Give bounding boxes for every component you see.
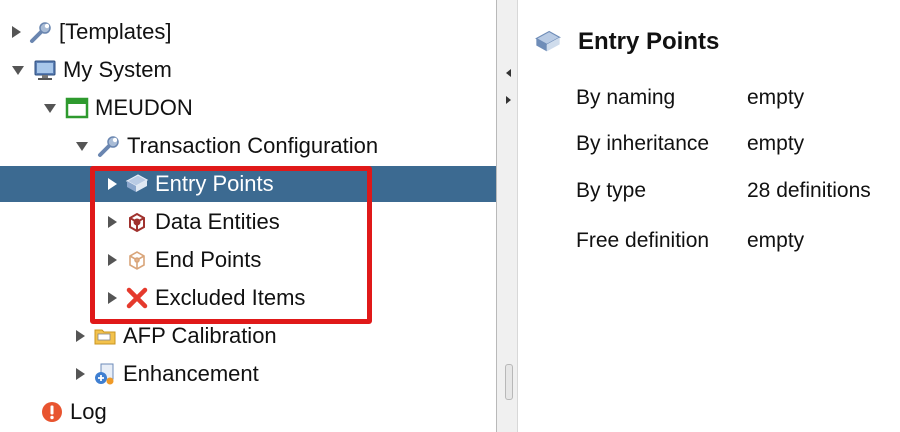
tree-item-label: Enhancement xyxy=(123,361,259,386)
folder-icon xyxy=(93,324,117,348)
tree-item-meudon[interactable]: MEUDON xyxy=(0,90,540,126)
expand-arrow-icon[interactable] xyxy=(108,292,117,304)
tree-item-enhancement[interactable]: Enhancement xyxy=(0,356,572,392)
book-icon xyxy=(125,172,149,196)
collapse-left-arrow-icon[interactable] xyxy=(506,69,511,77)
tree-item-afp-calibration[interactable]: AFP Calibration xyxy=(0,318,572,354)
tree-item-label: AFP Calibration xyxy=(123,323,277,348)
tree-item-log[interactable]: Log xyxy=(0,394,536,430)
tree-item-label: MEUDON xyxy=(95,95,193,120)
detail-header: Entry Points xyxy=(534,28,719,56)
tree-item-label: Excluded Items xyxy=(155,285,306,310)
application-icon xyxy=(65,96,89,120)
navigation-tree: [Templates] My System MEUDON Transaction… xyxy=(0,0,604,432)
tree-item-transaction-configuration[interactable]: Transaction Configuration xyxy=(0,128,572,164)
cube-outline-icon xyxy=(125,248,149,272)
property-name: Free definition xyxy=(576,229,710,252)
error-icon xyxy=(40,400,64,424)
wrench-icon xyxy=(29,20,53,44)
collapse-right-arrow-icon[interactable] xyxy=(506,96,511,104)
splitter-grip[interactable] xyxy=(505,364,513,400)
tree-item-my-system[interactable]: My System xyxy=(0,52,508,88)
expand-arrow-icon[interactable] xyxy=(108,216,117,228)
collapse-arrow-icon[interactable] xyxy=(76,141,88,151)
expand-arrow-icon[interactable] xyxy=(76,368,85,380)
tree-item-label: My System xyxy=(63,57,172,82)
property-name: By type xyxy=(576,179,647,202)
expand-arrow-icon[interactable] xyxy=(108,178,117,190)
expand-arrow-icon[interactable] xyxy=(76,330,85,342)
cube-icon xyxy=(125,210,149,234)
detail-panel: Entry Points By naming empty By inherita… xyxy=(518,0,900,432)
computer-icon xyxy=(33,58,57,82)
property-value: empty xyxy=(747,229,805,252)
expand-arrow-icon[interactable] xyxy=(108,254,117,266)
tree-item-label: Log xyxy=(70,399,107,424)
tree-item-label: End Points xyxy=(155,247,262,272)
property-name: By inheritance xyxy=(576,132,710,155)
detail-title: Entry Points xyxy=(578,28,720,55)
tree-item-templates[interactable]: [Templates] xyxy=(0,14,508,50)
book-icon xyxy=(534,28,562,56)
wrench-icon xyxy=(97,134,121,158)
expand-arrow-icon[interactable] xyxy=(12,26,21,38)
property-value: empty xyxy=(747,132,805,155)
red-x-icon xyxy=(125,286,149,310)
tree-item-label: [Templates] xyxy=(59,19,172,44)
property-value: 28 definitions xyxy=(747,179,871,202)
enhancement-icon xyxy=(93,362,117,386)
collapse-arrow-icon[interactable] xyxy=(44,103,56,113)
collapse-arrow-icon[interactable] xyxy=(12,65,24,75)
tree-item-label: Entry Points xyxy=(155,171,274,196)
tree-item-label: Data Entities xyxy=(155,209,280,234)
tree-item-label: Transaction Configuration xyxy=(127,133,379,158)
splitter[interactable] xyxy=(496,0,518,432)
property-name: By naming xyxy=(576,86,676,109)
property-value: empty xyxy=(747,86,805,109)
